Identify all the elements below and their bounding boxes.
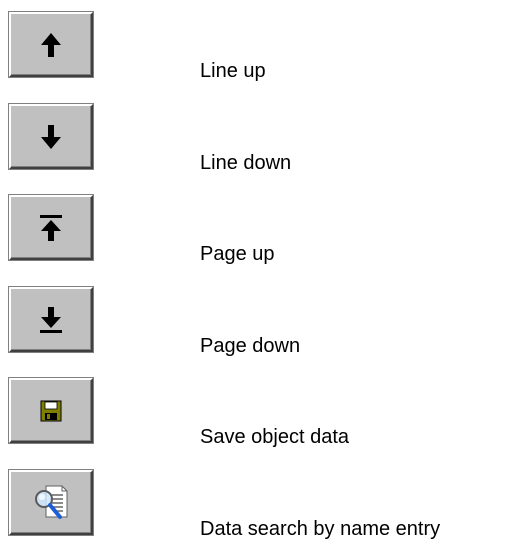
legend-row-page-up: Page up	[0, 183, 527, 273]
legend-row-line-down: Line down	[0, 92, 527, 182]
save-object-data-button[interactable]	[9, 378, 93, 443]
line-down-button[interactable]	[9, 104, 93, 169]
line-down-label: Line down	[200, 152, 292, 174]
legend-row-line-up: Line up	[0, 0, 527, 90]
document-search-icon	[35, 485, 68, 519]
page-up-button[interactable]	[9, 195, 93, 260]
page-up-icon	[40, 214, 62, 241]
data-search-button[interactable]	[9, 470, 93, 535]
line-up-label: Line up	[200, 60, 266, 82]
page-up-label: Page up	[200, 243, 275, 265]
save-disk-icon	[40, 400, 62, 421]
arrow-up-icon	[41, 32, 61, 57]
save-object-data-label: Save object data	[200, 426, 349, 448]
page-down-label: Page down	[200, 335, 301, 357]
data-search-label: Data search by name entry	[200, 518, 441, 540]
line-up-button[interactable]	[9, 12, 93, 77]
arrow-down-icon	[41, 124, 61, 149]
legend-row-page-down: Page down	[0, 275, 527, 365]
legend-row-save-object-data: Save object data	[0, 366, 527, 456]
page-down-icon	[40, 306, 62, 333]
page-down-button[interactable]	[9, 287, 93, 352]
legend-row-data-search: Data search by name entry	[0, 458, 527, 548]
